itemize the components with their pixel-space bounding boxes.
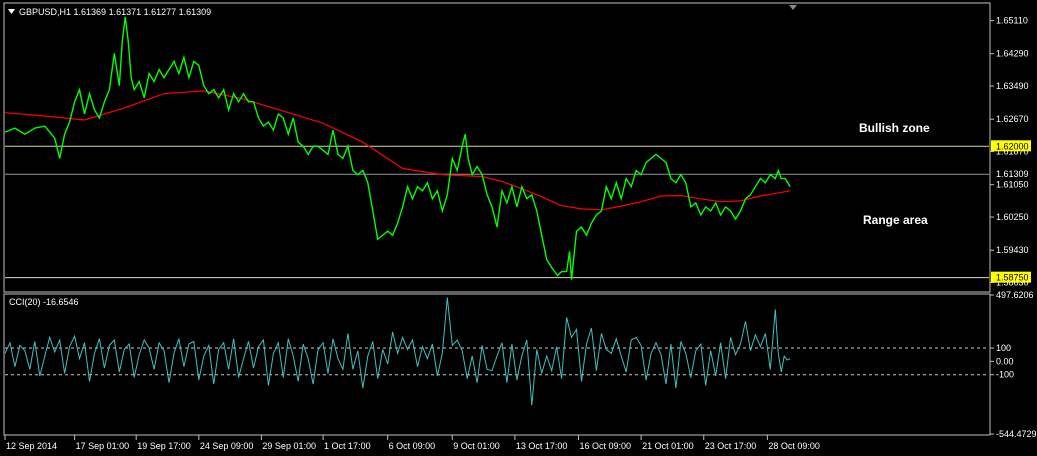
symbol-header: GBPUSD,H1 1.61369 1.61371 1.61277 1.6130… [19,7,211,17]
price-tick-label: 1.61050 [996,180,1029,190]
time-tick-label: 16 Oct 09:00 [580,441,632,451]
annotation-range-area: Range area [863,213,928,227]
time-tick-label: 1 Oct 17:00 [324,441,371,451]
cci-tick-label: -100 [996,370,1014,380]
annotation-bullish-zone: Bullish zone [859,121,930,135]
time-tick-label: 13 Oct 17:00 [516,441,568,451]
price-chart: GBPUSD,H1 1.61369 1.61371 1.61277 1.6130… [0,0,1037,456]
price-axis: 1.651101.642901.634901.626701.618701.610… [990,16,1029,288]
price-tick-label: 1.62670 [996,114,1029,124]
time-tick-label: 19 Sep 17:00 [137,441,191,451]
time-tick-label: 12 Sep 2014 [6,441,57,451]
cci-tick-label: 100 [996,343,1011,353]
cci-tick-label: 0.00 [996,356,1014,366]
level-tag-label: 1.61309 [996,169,1029,179]
price-tick-label: 1.60250 [996,212,1029,222]
price-tick-label: 1.63490 [996,81,1029,91]
chart-background [0,0,1037,456]
time-tick-label: 17 Sep 01:00 [76,441,130,451]
cci-label: CCI(20) -16.6546 [9,297,79,307]
price-tick-label: 1.65110 [996,16,1028,26]
time-tick-label: 9 Oct 01:00 [453,441,500,451]
price-tick-label: 1.64290 [996,49,1029,59]
cci-tick-label: -544.4729 [996,429,1037,439]
time-tick-label: 6 Oct 09:00 [389,441,436,451]
price-tick-label: 1.59430 [996,245,1029,255]
level-tag-label: 1.62000 [996,141,1029,151]
cci-tick-label: 497.6206 [996,290,1034,300]
time-tick-label: 24 Sep 09:00 [200,441,254,451]
time-tick-label: 28 Oct 09:00 [768,441,820,451]
time-tick-label: 23 Oct 17:00 [705,441,757,451]
time-tick-label: 21 Oct 01:00 [642,441,694,451]
level-tag-label: 1.58750 [996,273,1029,283]
time-tick-label: 29 Sep 01:00 [262,441,316,451]
